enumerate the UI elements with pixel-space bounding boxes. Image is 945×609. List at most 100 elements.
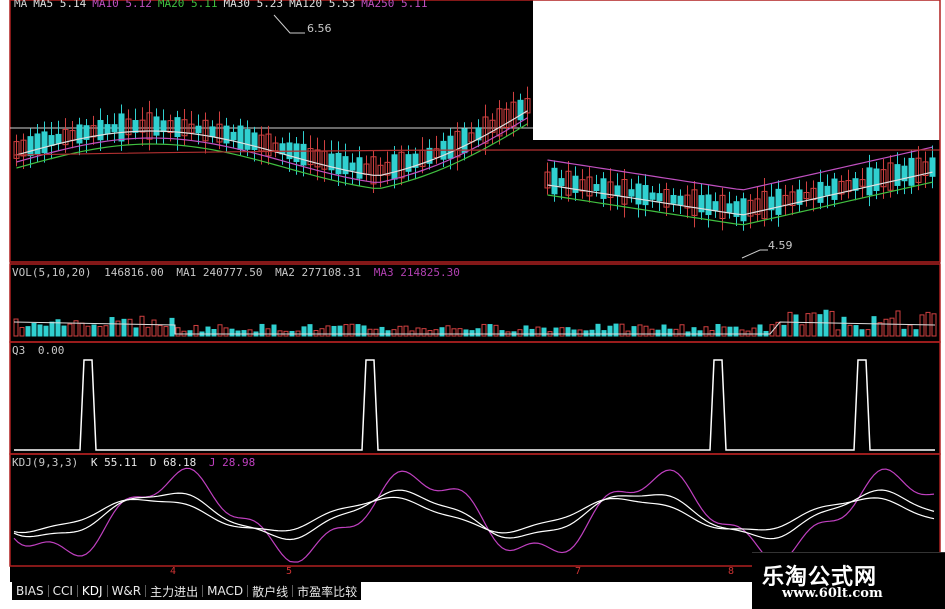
volume-bar [631,326,637,337]
q3-value: 0.00 [37,344,65,357]
vol-ma3: MA3 214825.30 [373,266,460,279]
kdj-j: J 28.98 [208,456,256,469]
candle-body [132,120,139,133]
volume-bar [37,324,43,337]
tab-cci[interactable]: CCI [49,584,77,598]
candle-body [656,193,663,202]
tab-macd[interactable]: MACD [203,584,247,598]
volume-bar [439,327,445,337]
volume-bar [211,329,217,337]
candle-body [300,143,307,166]
volume-bar [43,325,49,337]
candle-body [27,136,34,157]
kdj-legend: KDJ(9,3,3) K 55.11 D 68.18 J 28.98 [12,456,261,469]
tab-retail-line[interactable]: 散户线 [248,583,292,600]
candle-body [118,113,125,142]
chart-canvas[interactable] [0,0,945,609]
volume-bar [691,327,697,337]
kdj-title: KDJ(9,3,3) [12,456,79,469]
ma-legend-item: MA120 5.53 [289,0,356,10]
candle-body [230,131,237,141]
watermark-logo: 乐淘公式网 www.60lt.com [752,552,945,609]
volume-bar [589,329,595,337]
candle-body [461,128,468,154]
candle-body [642,185,649,206]
volume-bar [541,327,547,337]
volume-bar [31,322,37,337]
volume-bar [205,326,211,337]
volume-bar [697,330,703,337]
ma-legend-item: MA10 5.12 [92,0,152,10]
candle-body [237,125,244,150]
volume-bar [607,325,613,337]
volume-bar [187,330,193,337]
volume-bar [133,327,139,337]
volume-bar [859,329,865,337]
volume-bar [871,316,877,337]
candle-body [551,167,558,195]
vol-value: 146816.00 [104,266,164,279]
volume-bar [301,326,307,337]
candle-body [195,125,202,134]
high-price-label: 6.56 [307,22,332,35]
candle-body [929,157,936,177]
candle-body [894,164,901,186]
candle-body [670,194,677,204]
white-occlusion [533,0,940,140]
candle-body [628,189,635,197]
indicator-tab-bar: BIAS CCI KDJ W&R 主力进出 MACD 散户线 市盈率比较 [12,582,362,600]
tab-main-force[interactable]: 主力进出 [146,583,202,600]
candle-body [649,192,656,200]
vol-ma1: MA1 240777.50 [176,266,263,279]
volume-bar [841,316,847,337]
ma-legend: MA MA5 5.14 MA10 5.12 MA20 5.11 MA30 5.23 MA1… [14,0,434,10]
candle-body [104,124,111,135]
tab-kdj[interactable]: KDJ [78,584,107,598]
volume-bar [571,329,577,337]
q3-legend: Q3 0.00 [12,344,70,357]
candle-body [824,185,831,196]
volume-bar [553,327,559,337]
candle-body [740,198,747,222]
volume-bar [529,328,535,337]
candle-body [614,185,621,197]
candle-body [41,131,48,154]
kdj-d: D 68.18 [149,456,197,469]
stock-chart-screen: MA MA5 5.14 MA10 5.12 MA20 5.11 MA30 5.23 MA1… [0,0,945,609]
volume-bar [475,328,481,337]
volume-bar [331,325,337,337]
candle-body [244,129,251,150]
candle-body [97,119,104,141]
volume-bar [583,330,589,337]
candle-body [600,178,607,199]
volume-bar [601,330,607,337]
candle-body [76,124,83,144]
volume-bar [337,325,343,337]
candle-body [726,203,733,213]
candle-body [873,168,880,192]
ma-legend-item: MA20 5.11 [157,0,218,10]
volume-bar [169,317,175,337]
vol-title: VOL(5,10,20) [12,266,92,279]
candle-body [174,117,181,138]
tab-bias[interactable]: BIAS [12,584,48,598]
ma-legend-item: MA250 5.11 [361,0,428,10]
watermark-url: www.60lt.com [782,586,883,601]
volume-bar [733,326,739,337]
candle-body [391,154,398,180]
volume-bar [901,328,907,337]
tab-pe-compare[interactable]: 市盈率比较 [293,583,361,600]
ma-legend-item: MA5 5.14 [33,0,87,10]
candle-body [866,167,873,196]
volume-bar [385,330,391,337]
tab-wr[interactable]: W&R [108,584,146,598]
volume-bar [55,319,61,337]
vol-ma2: MA2 277108.31 [275,266,362,279]
volume-bar [379,326,385,337]
vol-legend: VOL(5,10,20) 146816.00 MA1 240777.50 MA2… [12,266,466,279]
candle-body [293,143,300,163]
x-axis-label: 5 [286,566,293,577]
volume-bar [121,318,127,337]
candle-body [831,178,838,200]
volume-bar [463,329,469,337]
